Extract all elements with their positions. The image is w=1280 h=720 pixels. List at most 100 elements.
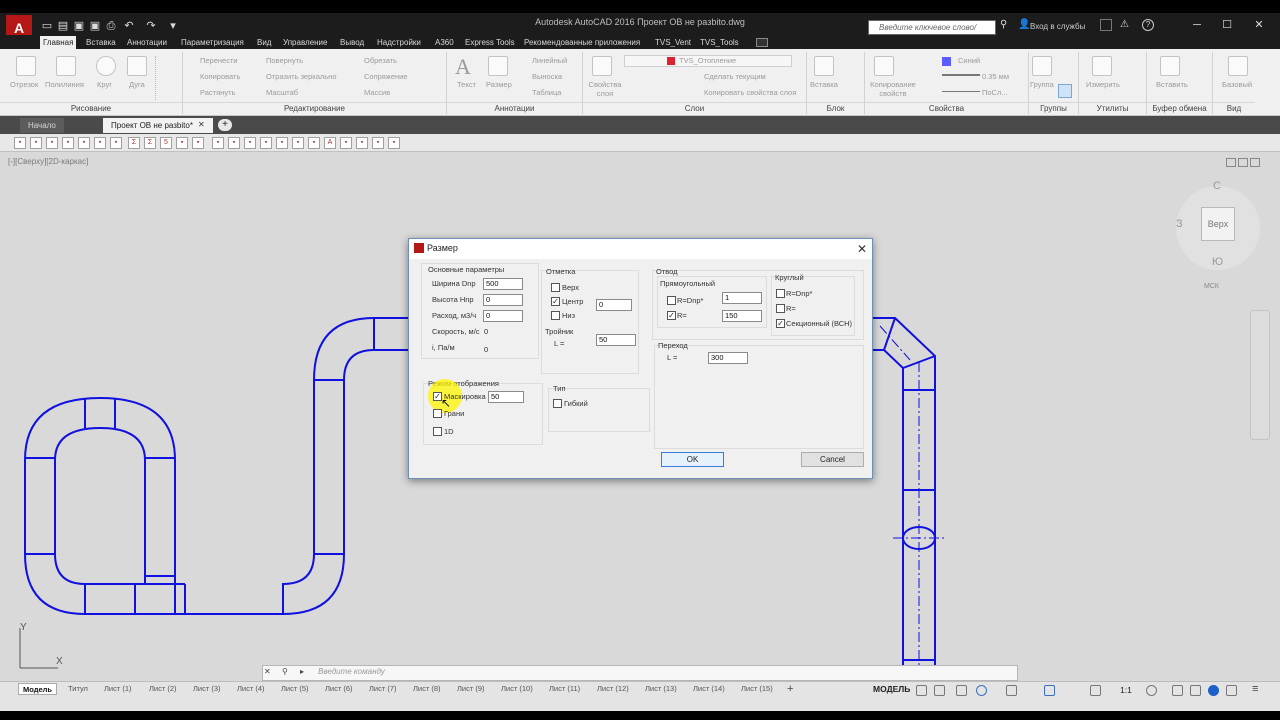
copy-tool[interactable]: Копировать	[200, 72, 240, 81]
layout-tab[interactable]: Титул	[64, 683, 92, 695]
tab-addins[interactable]: Надстройки	[374, 36, 424, 49]
rect-r-input[interactable]: 150	[722, 310, 762, 322]
viewcube-north[interactable]: С	[1213, 180, 1221, 192]
array-tool[interactable]: Массив	[364, 88, 390, 97]
make-current-tool[interactable]: Сделать текущим	[704, 72, 766, 81]
group-title-groups[interactable]: Группы	[1029, 102, 1078, 114]
group-title-clipboard[interactable]: Буфер обмена	[1147, 102, 1212, 114]
tab-parametric[interactable]: Параметризация	[178, 36, 247, 49]
toolbar-tool-icon[interactable]: ▪	[260, 137, 272, 149]
toolbar-tool-icon[interactable]: ▪	[94, 137, 106, 149]
layout-tab[interactable]: Лист (5)	[277, 683, 313, 695]
tee-l-input[interactable]: 50	[596, 334, 636, 346]
navigation-bar[interactable]	[1250, 310, 1270, 440]
rect-r-checkbox[interactable]: ✓	[667, 311, 676, 320]
toolbar-tool-icon[interactable]: ▪	[14, 137, 26, 149]
paste-label[interactable]: Вставить	[1156, 80, 1188, 89]
dialog-titlebar[interactable]	[409, 239, 872, 259]
add-layout-icon[interactable]: +	[787, 683, 793, 695]
maximize-button[interactable]: ☐	[1213, 16, 1241, 34]
polar-icon[interactable]	[976, 685, 987, 696]
ribbon-minimize-icon[interactable]	[756, 38, 768, 47]
group-select-icon[interactable]	[1058, 84, 1072, 98]
circle-tool-label[interactable]: Круг	[97, 80, 112, 89]
group-label[interactable]: Группа	[1030, 80, 1054, 89]
model-space-toggle[interactable]: МОДЕЛЬ	[873, 684, 910, 694]
layout-tab[interactable]: Лист (7)	[365, 683, 401, 695]
layout-tab[interactable]: Лист (12)	[593, 683, 633, 695]
search-icon[interactable]: ⚲	[1000, 19, 1014, 33]
trim-tool[interactable]: Обрезать	[364, 56, 397, 65]
flow-input[interactable]: 0	[483, 310, 523, 322]
round-r-dnp-checkbox[interactable]	[776, 289, 785, 298]
table-tool[interactable]: Таблица	[532, 88, 561, 97]
toolbar-tool-icon[interactable]: 5	[160, 137, 172, 149]
tab-tvs-vent[interactable]: TVS_Vent	[652, 36, 694, 49]
color-dropdown[interactable]: Синий	[958, 56, 980, 65]
layout-tab[interactable]: Лист (14)	[689, 683, 729, 695]
stretch-tool[interactable]: Растянуть	[200, 88, 235, 97]
arc-tool-label[interactable]: Дуга	[129, 80, 145, 89]
viewcube-top-face[interactable]: Верх	[1201, 207, 1235, 241]
toolbar-tool-icon[interactable]: ▪	[110, 137, 122, 149]
circle-icon[interactable]	[96, 56, 116, 76]
toolbar-tool-icon[interactable]: ▪	[62, 137, 74, 149]
layer-properties-icon[interactable]	[592, 56, 612, 76]
tab-tvs-tools[interactable]: TVS_Tools	[697, 36, 742, 49]
layout-tab[interactable]: Лист (11)	[545, 683, 584, 695]
dimension-icon[interactable]	[488, 56, 508, 76]
toolbar-tool-icon[interactable]: ▪	[192, 137, 204, 149]
tab-annotate[interactable]: Аннотации	[124, 36, 170, 49]
elevation-value-input[interactable]: 0	[596, 299, 632, 311]
dialog-close-button[interactable]: ✕	[852, 240, 872, 258]
layout-tab[interactable]: Лист (10)	[497, 683, 537, 695]
toolbar-tool-icon[interactable]: ▪	[78, 137, 90, 149]
cmd-recent-icon[interactable]: ▸	[300, 667, 304, 676]
masking-input[interactable]: 50	[488, 391, 524, 403]
toolbar-tool-icon[interactable]: ▪	[388, 137, 400, 149]
toolbar-tool-icon[interactable]: Σ	[144, 137, 156, 149]
mirror-tool[interactable]: Отразить зеркально	[266, 72, 337, 81]
flexible-checkbox[interactable]	[553, 399, 562, 408]
tab-home[interactable]: Главная	[40, 36, 77, 49]
line-tool-label[interactable]: Отрезок	[10, 80, 38, 89]
group-title-block[interactable]: Блок	[807, 102, 864, 114]
ok-button[interactable]: OK	[661, 452, 724, 467]
layout-tab[interactable]: Лист (1)	[100, 683, 136, 695]
layout-tab[interactable]: Лист (8)	[409, 683, 445, 695]
doc-tab-close-icon[interactable]: ✕	[198, 120, 205, 129]
grid-icon[interactable]	[916, 685, 927, 696]
cancel-button[interactable]: Cancel	[801, 452, 864, 467]
group-title-view[interactable]: Вид	[1213, 102, 1255, 114]
elevation-bottom-checkbox[interactable]	[551, 311, 560, 320]
base-view-icon[interactable]	[1228, 56, 1248, 76]
elevation-center-checkbox[interactable]: ✓	[551, 297, 560, 306]
group-title-annotation[interactable]: Аннотации	[447, 102, 582, 114]
transition-l-input[interactable]: 300	[708, 352, 748, 364]
osnap-icon[interactable]	[1006, 685, 1017, 696]
match-layer-tool[interactable]: Копировать свойства слоя	[704, 88, 796, 97]
layout-tab[interactable]: Лист (4)	[233, 683, 269, 695]
toolbar-tool-icon[interactable]: ▪	[46, 137, 58, 149]
hardware-icon[interactable]	[1190, 685, 1201, 696]
height-input[interactable]: 0	[483, 294, 523, 306]
toolbar-tool-icon[interactable]: ▪	[292, 137, 304, 149]
polyline-tool-label[interactable]: Полилиния	[45, 80, 84, 89]
measure-icon[interactable]	[1092, 56, 1112, 76]
layout-tab-model[interactable]: Модель	[18, 683, 58, 695]
cmd-customize-icon[interactable]: ⚲	[282, 667, 288, 676]
match-properties-icon[interactable]	[874, 56, 894, 76]
tab-insert[interactable]: Вставка	[83, 36, 119, 49]
viewcube-west[interactable]: З	[1176, 218, 1183, 230]
toolbar-tool-icon[interactable]: A	[324, 137, 336, 149]
toolbar-tool-icon[interactable]: ▪	[176, 137, 188, 149]
user-icon[interactable]: 👤	[1018, 19, 1030, 30]
cmd-close-icon[interactable]: ✕	[264, 667, 271, 676]
close-button[interactable]: ✕	[1245, 16, 1273, 34]
tab-manage[interactable]: Управление	[280, 36, 330, 49]
round-r-checkbox[interactable]	[776, 304, 785, 313]
tab-a360[interactable]: A360	[432, 36, 457, 49]
group-title-layers[interactable]: Слои	[583, 102, 806, 114]
settings-icon[interactable]	[1146, 685, 1157, 696]
rect-r-dnp-input[interactable]: 1	[722, 292, 762, 304]
